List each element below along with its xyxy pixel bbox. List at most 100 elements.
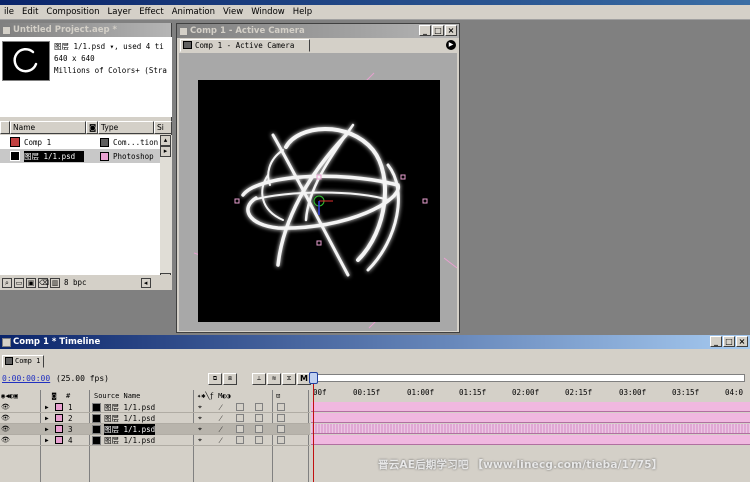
layer-label-swatch[interactable] <box>55 403 63 411</box>
timeline-title-bar[interactable]: Comp 1 * Timeline _ □ × <box>0 335 750 349</box>
composition-window: Comp 1 - Active Camera _ □ × Comp 1 - Ac… <box>176 23 460 333</box>
eye-icon[interactable]: 👁 <box>1 436 10 444</box>
layer-name[interactable]: 图层 1/1.psd <box>104 402 155 413</box>
menu-layer[interactable]: Layer <box>104 5 136 20</box>
layer-label-swatch[interactable] <box>55 436 63 444</box>
switch-box[interactable] <box>255 436 263 444</box>
current-time-display[interactable]: 0:00:00:00 <box>2 374 50 383</box>
project-item-footage[interactable]: 图层 1/1.psd Photoshop <box>0 149 160 163</box>
comp-title-bar[interactable]: Comp 1 - Active Camera _ □ × <box>177 24 459 38</box>
draft-3d-icon[interactable]: ⟂ <box>252 373 266 385</box>
toggle-switches-icon[interactable]: ⧈ <box>223 373 237 385</box>
comp-viewer[interactable] <box>179 53 457 331</box>
menu-edit[interactable]: Edit <box>18 5 42 20</box>
motion-blur-icon[interactable]: ≋ <box>267 373 281 385</box>
new-folder-icon[interactable]: ▭ <box>14 277 24 288</box>
switch-box[interactable] <box>255 425 263 433</box>
expand-triangle-icon[interactable]: ▶ <box>45 437 49 444</box>
parent-box[interactable] <box>277 403 285 411</box>
layer-duration-bar[interactable] <box>311 424 750 434</box>
switch-box[interactable] <box>255 414 263 422</box>
name-column-header[interactable]: Name <box>10 121 86 134</box>
size-column-header[interactable]: Si <box>154 121 172 134</box>
maximize-button[interactable]: □ <box>432 25 444 36</box>
find-icon[interactable]: ⌕ <box>2 277 12 288</box>
comp-canvas[interactable] <box>198 80 440 322</box>
parent-box[interactable] <box>277 425 285 433</box>
eye-icon[interactable]: 👁 <box>1 414 10 422</box>
scroll-right-arrow-icon[interactable]: ▸ <box>160 146 171 157</box>
time-ruler[interactable]: 00f 00:15f 01:00f 01:15f 02:00f 02:15f 0… <box>311 385 750 401</box>
menu-effect[interactable]: Effect <box>135 5 167 20</box>
switch-box[interactable] <box>236 425 244 433</box>
layer-name[interactable]: 图层 1/1.psd <box>104 435 155 446</box>
quality-switch-icon[interactable]: ⁄ <box>220 436 221 445</box>
project-column-header: Name ◙ Type Si <box>0 121 172 134</box>
maximize-button[interactable]: □ <box>723 336 735 347</box>
current-time-indicator[interactable] <box>313 374 314 482</box>
scroll-left-arrow-icon[interactable]: ◂ <box>140 277 151 288</box>
eye-icon[interactable]: 👁 <box>1 403 10 411</box>
layer-name[interactable]: 图层 1/1.psd <box>104 423 156 435</box>
delete-icon[interactable]: ⌫ <box>38 277 49 288</box>
layer-name[interactable]: 图层 1/1.psd <box>104 413 155 424</box>
parent-box[interactable] <box>277 436 285 444</box>
close-button[interactable]: × <box>445 25 457 36</box>
time-navigator[interactable] <box>311 374 745 382</box>
comp-flowchart-icon[interactable]: ⧉ <box>208 373 222 385</box>
switch-box[interactable] <box>236 436 244 444</box>
playhead-handle-icon[interactable] <box>309 372 318 384</box>
close-button[interactable]: × <box>736 336 748 347</box>
project-scrollbar[interactable]: ▴ ▸ ▾ <box>160 135 172 285</box>
menu-composition[interactable]: Composition <box>42 5 103 20</box>
color-depth-icon[interactable]: ▥ <box>50 277 60 288</box>
label-color-column[interactable]: ◙ <box>86 121 98 134</box>
ruler-label: 01:15f <box>459 388 487 397</box>
shy-switch-icon[interactable]: ⌖ <box>198 403 202 412</box>
new-comp-icon[interactable]: ▣ <box>26 277 36 288</box>
scroll-up-arrow-icon[interactable]: ▴ <box>160 135 171 146</box>
quality-switch-icon[interactable]: ⁄ <box>220 403 221 412</box>
layer-duration-bar[interactable] <box>311 435 750 445</box>
source-name-header[interactable]: Source Name <box>94 392 140 400</box>
shy-switch-icon[interactable]: ⌖ <box>198 436 202 445</box>
shy-switch-icon[interactable]: ⌖ <box>198 414 202 423</box>
expand-triangle-icon[interactable]: ▶ <box>45 404 49 411</box>
composition-icon <box>10 137 20 147</box>
quality-switch-icon[interactable]: ⁄ <box>220 425 221 434</box>
switch-box[interactable] <box>236 403 244 411</box>
tab-timeline-comp-1[interactable]: Comp 1 <box>2 355 44 368</box>
switch-box[interactable] <box>255 403 263 411</box>
bit-depth-label[interactable]: 8 bpc <box>64 278 87 287</box>
project-item-comp[interactable]: Comp 1 Com...tion <box>0 135 160 149</box>
tab-comp-1[interactable]: Comp 1 - Active Camera <box>180 39 310 52</box>
quality-switch-icon[interactable]: ⁄ <box>220 414 221 423</box>
layer-row-1[interactable]: 👁 ▶ 1 图层 1/1.psd ⌖ ⁄ <box>0 402 310 413</box>
expand-triangle-icon[interactable]: ▶ <box>45 415 49 422</box>
label-column[interactable] <box>0 121 10 134</box>
layer-duration-bar[interactable] <box>311 402 750 412</box>
panel-menu-arrow-icon[interactable]: ▶ <box>446 40 456 50</box>
menu-file[interactable]: ile <box>0 5 18 20</box>
graph-editor-icon[interactable]: ⧖ <box>282 373 296 385</box>
menu-animation[interactable]: Animation <box>168 5 219 20</box>
minimize-button[interactable]: _ <box>710 336 722 347</box>
minimize-button[interactable]: _ <box>419 25 431 36</box>
comp-title: Comp 1 - Active Camera <box>190 26 305 36</box>
layer-row-2[interactable]: 👁 ▶ 2 图层 1/1.psd ⌖ ⁄ <box>0 413 310 424</box>
eye-icon[interactable]: 👁 <box>1 425 10 433</box>
expand-triangle-icon[interactable]: ▶ <box>45 426 49 433</box>
layer-row-4[interactable]: 👁 ▶ 4 图层 1/1.psd ⌖ ⁄ <box>0 435 310 446</box>
layer-duration-bar[interactable] <box>311 413 750 423</box>
layer-label-swatch[interactable] <box>55 414 63 422</box>
menu-help[interactable]: Help <box>289 5 316 20</box>
layer-row-3[interactable]: 👁 ▶ 3 图层 1/1.psd ⌖ ⁄ <box>0 423 310 435</box>
parent-box[interactable] <box>277 414 285 422</box>
menu-view[interactable]: View <box>219 5 247 20</box>
menu-window[interactable]: Window <box>247 5 289 20</box>
layer-label-swatch[interactable] <box>55 425 63 433</box>
shy-switch-icon[interactable]: ⌖ <box>198 425 202 434</box>
switch-box[interactable] <box>236 414 244 422</box>
project-title-bar[interactable]: Untitled Project.aep * <box>0 23 171 37</box>
type-column-header[interactable]: Type <box>98 121 154 134</box>
